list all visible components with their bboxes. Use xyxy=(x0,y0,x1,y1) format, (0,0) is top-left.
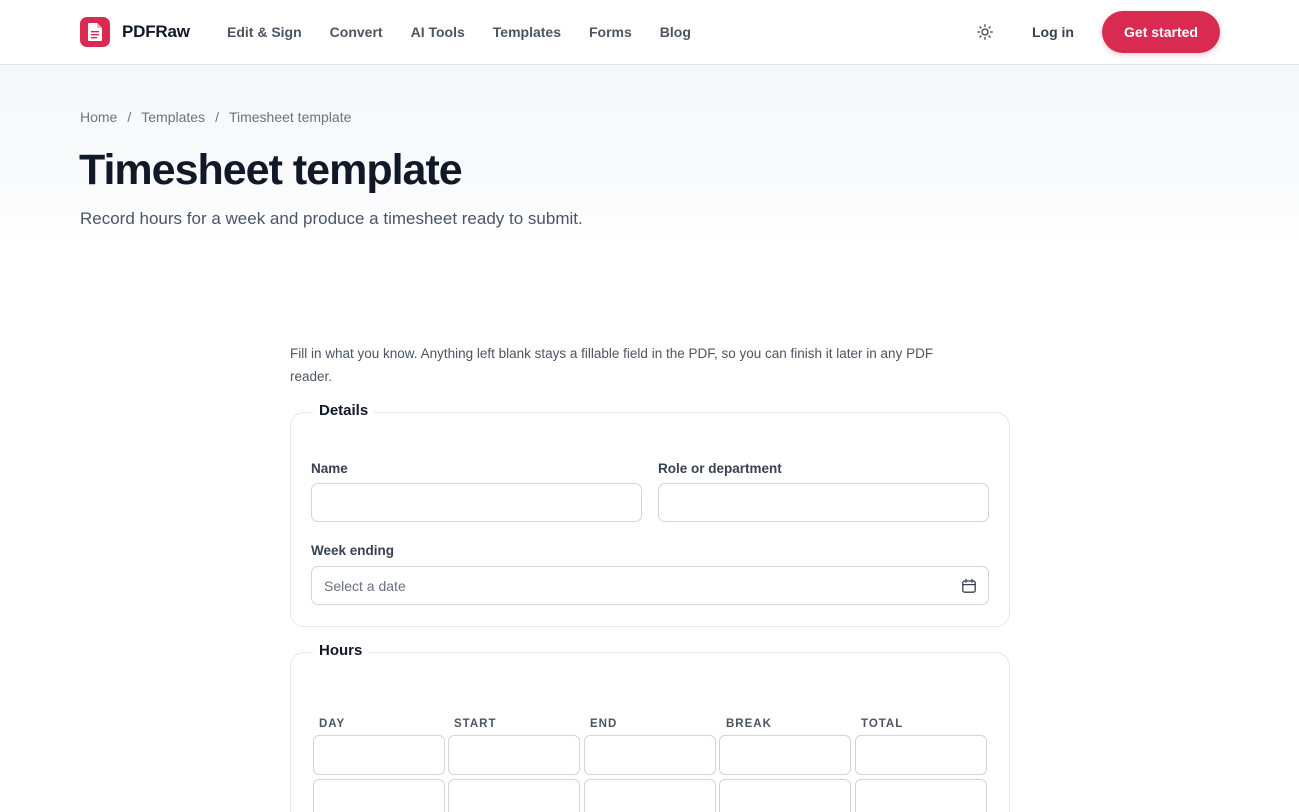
week-ending-label: Week ending xyxy=(311,543,395,558)
hours-cell-break[interactable] xyxy=(719,779,851,812)
breadcrumb-current: Timesheet template xyxy=(228,109,352,125)
brand-logo-link[interactable]: PDFRaw xyxy=(80,17,190,47)
column-header-break: BREAK xyxy=(726,718,772,730)
page-hero: Home / Templates / Timesheet template Ti… xyxy=(0,65,1299,245)
role-input[interactable] xyxy=(658,483,989,522)
hours-cell-day[interactable] xyxy=(313,735,445,775)
details-legend: Details xyxy=(313,401,375,421)
breadcrumb-separator: / xyxy=(127,109,132,125)
column-header-total: TOTAL xyxy=(861,718,904,730)
column-header-day: DAY xyxy=(319,718,346,730)
brand-name: PDFRaw xyxy=(122,22,190,41)
nav-item-blog[interactable]: Blog xyxy=(660,23,691,41)
calendar-icon xyxy=(962,578,976,593)
week-ending-date-input[interactable] xyxy=(311,566,989,605)
hours-section: Hours DAY START END BREAK TOTAL xyxy=(290,641,1010,812)
role-label: Role or department xyxy=(658,461,782,476)
page-title: Timesheet template xyxy=(79,146,463,194)
breadcrumb-templates[interactable]: Templates xyxy=(141,108,205,126)
hours-cell-end[interactable] xyxy=(584,735,716,775)
nav-item-forms[interactable]: Forms xyxy=(589,23,632,41)
page-subtitle: Record hours for a week and produce a ti… xyxy=(80,209,583,228)
details-section: Details Name Role or department Week end… xyxy=(290,401,1010,627)
name-input[interactable] xyxy=(311,483,642,522)
hours-legend: Hours xyxy=(313,641,369,661)
hours-cell-day[interactable] xyxy=(313,779,445,812)
sun-icon xyxy=(977,24,993,40)
hours-cell-end[interactable] xyxy=(584,779,716,812)
form-intro-text: Fill in what you know. Anything left bla… xyxy=(290,346,934,384)
column-header-start: START xyxy=(454,718,497,730)
get-started-button[interactable]: Get started xyxy=(1102,11,1220,53)
pdf-document-icon xyxy=(80,17,110,47)
breadcrumb-separator: / xyxy=(215,109,219,125)
name-label: Name xyxy=(311,461,348,476)
theme-toggle-button[interactable] xyxy=(974,21,996,43)
calendar-button[interactable] xyxy=(959,576,979,596)
hours-cell-total[interactable] xyxy=(855,735,987,775)
hours-cell-break[interactable] xyxy=(719,735,851,775)
column-header-end: END xyxy=(590,718,618,730)
breadcrumb-home[interactable]: Home xyxy=(80,108,117,126)
hours-cell-start[interactable] xyxy=(448,735,580,775)
top-navigation-bar: PDFRaw Edit & Sign Convert AI Tools Temp… xyxy=(0,0,1299,65)
nav-item-edit-sign[interactable]: Edit & Sign xyxy=(227,23,302,41)
hours-cell-total[interactable] xyxy=(855,779,987,812)
main-nav: Edit & Sign Convert AI Tools Templates F… xyxy=(227,23,719,41)
nav-item-ai-tools[interactable]: AI Tools xyxy=(411,23,465,41)
nav-item-convert[interactable]: Convert xyxy=(330,23,383,41)
nav-item-templates[interactable]: Templates xyxy=(493,23,561,41)
hours-cell-start[interactable] xyxy=(448,779,580,812)
login-link[interactable]: Log in xyxy=(1032,23,1074,41)
breadcrumb: Home / Templates / Timesheet template xyxy=(80,108,351,126)
